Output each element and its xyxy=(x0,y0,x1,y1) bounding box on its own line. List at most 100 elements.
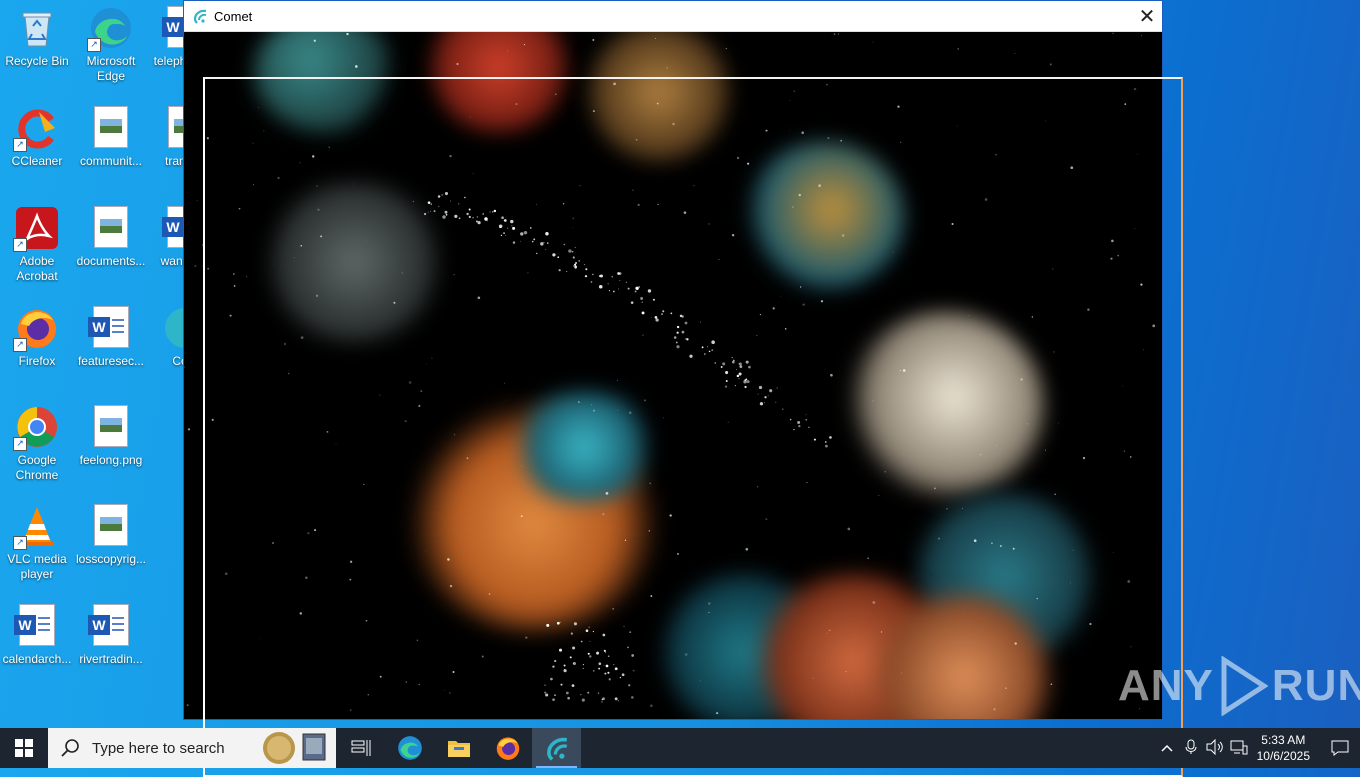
desktop-icon-losscopyrig[interactable]: losscopyrig... xyxy=(74,498,148,567)
star xyxy=(685,338,686,339)
tray-network[interactable] xyxy=(1227,739,1251,758)
star xyxy=(574,622,577,625)
tray-clock[interactable]: 5:33 AM 10/6/2025 xyxy=(1257,732,1310,764)
star xyxy=(901,673,902,674)
star xyxy=(829,630,830,631)
network-icon xyxy=(1230,739,1248,755)
desktop-icon-calendarch[interactable]: W calendarch... xyxy=(0,598,74,667)
task-view-button[interactable] xyxy=(336,728,385,768)
tray-volume[interactable] xyxy=(1203,739,1227,758)
star xyxy=(747,163,749,165)
star xyxy=(649,530,650,531)
desktop-icon-firefox[interactable]: ↗ Firefox xyxy=(0,300,74,369)
star xyxy=(650,595,652,597)
star xyxy=(1112,33,1113,34)
desktop-icon-ccleaner[interactable]: ↗ CCleaner xyxy=(0,100,74,169)
desktop-icon-feelong[interactable]: feelong.png xyxy=(74,399,148,468)
vlc-icon: ↗ xyxy=(15,504,59,548)
star xyxy=(599,285,603,289)
star xyxy=(494,210,496,212)
star xyxy=(521,515,523,517)
star xyxy=(379,394,380,395)
star xyxy=(253,143,254,144)
star xyxy=(700,680,701,681)
star xyxy=(615,667,618,670)
star xyxy=(557,622,560,625)
taskbar-comet[interactable] xyxy=(532,728,581,768)
comet-window[interactable]: Comet ✕ xyxy=(183,0,1163,720)
star xyxy=(680,315,683,318)
star xyxy=(572,646,575,649)
tray-microphone[interactable] xyxy=(1179,739,1203,758)
star xyxy=(650,704,653,707)
star xyxy=(715,362,716,363)
chevron-up-icon xyxy=(1161,744,1173,752)
star xyxy=(655,38,656,39)
star xyxy=(674,336,677,339)
desktop-icon-google-chrome[interactable]: ↗ Google Chrome xyxy=(0,399,74,483)
star xyxy=(638,204,640,206)
close-button[interactable]: ✕ xyxy=(1132,1,1162,31)
desktop-icon-communit[interactable]: communit... xyxy=(74,100,148,169)
star xyxy=(532,241,534,243)
star xyxy=(739,373,742,376)
star xyxy=(574,264,576,266)
star xyxy=(636,139,638,141)
star xyxy=(472,217,473,218)
star xyxy=(827,633,828,634)
desktop-icon-vlc[interactable]: ↗ VLC media player xyxy=(0,498,74,582)
desktop-icon-microsoft-edge[interactable]: ↗ Microsoft Edge xyxy=(74,0,148,84)
desktop-icon-label: rivertradin... xyxy=(74,652,148,667)
taskbar-edge[interactable] xyxy=(385,728,434,768)
star xyxy=(676,341,678,343)
star xyxy=(602,634,605,637)
star xyxy=(732,234,734,236)
star xyxy=(578,401,579,402)
star xyxy=(640,297,643,300)
speaker-icon xyxy=(1206,739,1224,755)
star xyxy=(606,665,609,668)
star xyxy=(559,269,561,271)
star xyxy=(995,154,996,155)
star xyxy=(651,317,652,318)
star xyxy=(605,652,606,653)
star xyxy=(442,215,446,219)
star xyxy=(797,421,800,424)
start-button[interactable] xyxy=(0,728,48,768)
star xyxy=(512,227,515,230)
star xyxy=(579,185,580,186)
star xyxy=(842,234,844,236)
desktop-icon-recycle-bin[interactable]: Recycle Bin xyxy=(0,0,74,69)
star xyxy=(593,110,595,112)
star xyxy=(453,274,454,275)
taskbar-file-explorer[interactable] xyxy=(434,728,483,768)
star xyxy=(711,340,715,344)
desktop-icon-rivertradin[interactable]: W rivertradin... xyxy=(74,598,148,667)
star xyxy=(350,709,352,711)
star xyxy=(608,283,609,284)
star xyxy=(825,441,827,443)
star xyxy=(573,266,574,267)
star xyxy=(826,84,828,86)
star xyxy=(628,288,630,290)
star xyxy=(834,33,836,35)
star xyxy=(513,241,515,243)
file-explorer-icon xyxy=(447,738,471,758)
desktop-icon-adobe-acrobat[interactable]: ↗ Adobe Acrobat xyxy=(0,200,74,284)
taskbar-firefox[interactable] xyxy=(483,728,532,768)
star xyxy=(764,402,765,403)
star xyxy=(682,331,685,334)
action-center-button[interactable] xyxy=(1320,740,1360,756)
taskbar-search-box[interactable]: Type here to search xyxy=(48,728,336,768)
desktop-icon-featuresec[interactable]: W featuresec... xyxy=(74,300,148,369)
star xyxy=(350,561,352,563)
star xyxy=(642,335,643,336)
star xyxy=(438,195,441,198)
star xyxy=(484,217,487,220)
star xyxy=(602,697,605,700)
show-hidden-icons-button[interactable] xyxy=(1155,741,1179,755)
desktop-icon-documents[interactable]: documents... xyxy=(74,200,148,269)
star xyxy=(445,211,448,214)
star xyxy=(969,315,970,316)
window-titlebar[interactable]: Comet ✕ xyxy=(184,1,1162,32)
